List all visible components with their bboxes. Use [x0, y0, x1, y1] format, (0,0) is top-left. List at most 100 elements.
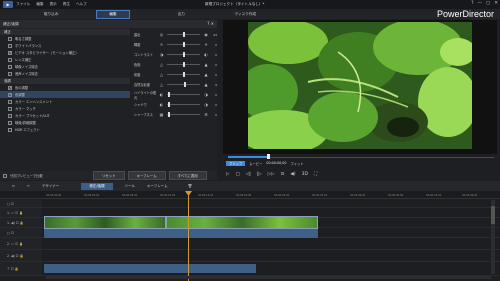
slider-track[interactable] — [167, 112, 200, 117]
list-item[interactable]: 映像/詳細調整 — [0, 119, 130, 126]
slider-knob[interactable] — [182, 52, 185, 57]
checkbox[interactable] — [8, 113, 12, 118]
checkbox[interactable] — [8, 127, 12, 132]
movie-mode-button[interactable]: ムービー — [249, 161, 262, 166]
checkbox[interactable] — [8, 57, 12, 62]
slider-track[interactable] — [167, 32, 200, 37]
fix-enhance-list: 補正 明るさ調整 ホワイトバランス ✓ ビデオ スタビライザー（モーション補正） … — [0, 28, 130, 171]
checkbox[interactable] — [8, 43, 12, 48]
trash-icon[interactable]: 🗑 — [188, 184, 192, 188]
tab-produce[interactable]: 出力 — [166, 11, 197, 18]
list-item[interactable]: ✓ 色調整 — [0, 91, 130, 98]
list-item[interactable]: 明るさ調整 — [0, 35, 130, 42]
tab-capture[interactable]: 取り込み — [32, 11, 70, 18]
next-frame-icon[interactable]: |▷ — [257, 172, 262, 177]
prev-frame-icon[interactable]: ◁| — [246, 172, 251, 177]
split-preview-checkbox[interactable] — [3, 173, 7, 178]
tools-button[interactable]: ツール — [125, 184, 136, 189]
slider-knob[interactable] — [167, 112, 170, 117]
checkbox[interactable]: ✓ — [8, 85, 12, 90]
slider-knob[interactable] — [167, 92, 170, 97]
slider-knob[interactable] — [182, 32, 185, 37]
fullscreen-icon[interactable]: ⛶ — [314, 171, 317, 177]
list-item[interactable]: カラー マッチ — [0, 105, 130, 112]
checkbox[interactable]: ✓ — [8, 92, 12, 97]
slider-knob[interactable] — [182, 42, 185, 47]
menu-file[interactable]: ファイル — [16, 2, 30, 7]
list-item[interactable]: 音声ノイズ除去 — [0, 70, 130, 77]
video-clip[interactable] — [44, 216, 166, 229]
designer-button[interactable]: デザイナー — [42, 184, 59, 189]
slider-row: 輝度 ☼ ☀ 0 — [134, 42, 217, 47]
play-icon[interactable]: ▷ — [226, 172, 229, 177]
slider-track[interactable] — [167, 62, 200, 67]
list-item[interactable]: ✓ ビデオ スタビライザー（モーション補正） — [0, 49, 130, 56]
tab-disc[interactable]: ディスク作成 — [223, 11, 268, 18]
brightness-icon: ☼ — [159, 42, 164, 47]
slider-row: 彩度 △ ▲ 0 — [134, 72, 217, 77]
slider-track[interactable] — [167, 52, 200, 57]
tab-edit[interactable]: 編集 — [96, 9, 130, 19]
slider-track[interactable] — [167, 82, 200, 87]
snapshot-icon[interactable]: ⊡ — [281, 172, 285, 177]
timeline-ruler[interactable]: 00;00;00;00 00;00;03;10 00;00;06;20 00;0… — [0, 191, 500, 199]
checkbox[interactable] — [8, 71, 12, 76]
menu-view[interactable]: 表示 — [50, 2, 57, 7]
fast-forward-icon[interactable]: ▷▷ — [268, 172, 275, 177]
keyframe-button[interactable]: キーフレーム — [127, 171, 166, 180]
list-item[interactable]: カラー プリセット/LUT — [0, 112, 130, 119]
slider-track[interactable] — [167, 102, 200, 107]
volume-icon[interactable]: ◀) — [290, 172, 295, 177]
checkbox[interactable] — [8, 64, 12, 69]
horizontal-scrollbar[interactable] — [46, 276, 491, 279]
list-item[interactable]: HDR エフェクト — [0, 126, 130, 133]
list-item[interactable]: ホワイトバランス — [0, 42, 130, 49]
minimize-icon[interactable]: — — [477, 1, 482, 6]
slider-knob[interactable] — [182, 72, 185, 77]
slider-row: シャドウ ◐ ◑ 0 — [134, 102, 217, 107]
apply-all-button[interactable]: すべてに適用 — [168, 171, 207, 180]
display-3d-icon[interactable]: 3D — [302, 172, 308, 177]
close-icon[interactable]: ✕ — [494, 1, 498, 6]
slider-knob[interactable] — [182, 62, 185, 67]
slider-track[interactable] — [167, 42, 200, 47]
checkbox[interactable] — [8, 99, 12, 104]
slider-track[interactable] — [167, 72, 200, 77]
list-item[interactable]: ✓ 色の調整 — [0, 84, 130, 91]
fit-select[interactable]: フィット — [291, 161, 304, 166]
panel-header: 補正/強調 ? ✕ — [0, 20, 217, 28]
highlight-icon: ◐ — [159, 92, 164, 97]
menu-play[interactable]: 再生 — [63, 2, 70, 7]
timecode[interactable]: 00:00:00;00 — [266, 161, 286, 166]
window-title: 新規プロジェクト（タイトルなし）* — [205, 2, 265, 6]
maximize-icon[interactable]: ▢ — [486, 1, 490, 6]
list-item[interactable]: カラー エンハンスメント — [0, 98, 130, 105]
list-item[interactable]: 映像ノイズ除去 — [0, 63, 130, 70]
vertical-scroll-thumb[interactable] — [491, 206, 495, 224]
checkbox[interactable] — [8, 36, 12, 41]
split-icon[interactable]: ✂ — [27, 184, 30, 188]
reset-button[interactable]: リセット — [93, 171, 125, 180]
menu-help[interactable]: ヘルプ — [76, 2, 87, 7]
checkbox[interactable] — [8, 106, 12, 111]
ruler-tick: 00;00;36;20 — [462, 194, 478, 197]
slider-knob[interactable] — [167, 102, 170, 107]
checkbox[interactable] — [8, 120, 12, 125]
fix-enhance-button[interactable]: 修正/強調 — [81, 182, 113, 190]
audio-clip[interactable] — [44, 264, 256, 273]
hue-icon: △ — [159, 62, 164, 67]
stop-icon[interactable]: □ — [235, 172, 239, 177]
playhead[interactable] — [188, 191, 189, 281]
help-icon[interactable]: ? — [471, 1, 473, 6]
menu-edit[interactable]: 編集 — [36, 2, 43, 7]
slider-knob[interactable] — [184, 82, 187, 87]
keyframe-toolbar-button[interactable]: キーフレーム — [147, 184, 168, 189]
clip-mode-button[interactable]: クリップ — [226, 161, 246, 166]
scrub-handle[interactable] — [267, 154, 270, 159]
help-close-icon[interactable]: ? ✕ — [207, 21, 214, 26]
audio-clip[interactable] — [44, 229, 318, 238]
move-icon[interactable]: ⇔ — [12, 184, 15, 188]
checkbox[interactable]: ✓ — [8, 50, 12, 55]
slider-track[interactable] — [167, 92, 200, 97]
list-item[interactable]: レンズ補正 — [0, 56, 130, 63]
